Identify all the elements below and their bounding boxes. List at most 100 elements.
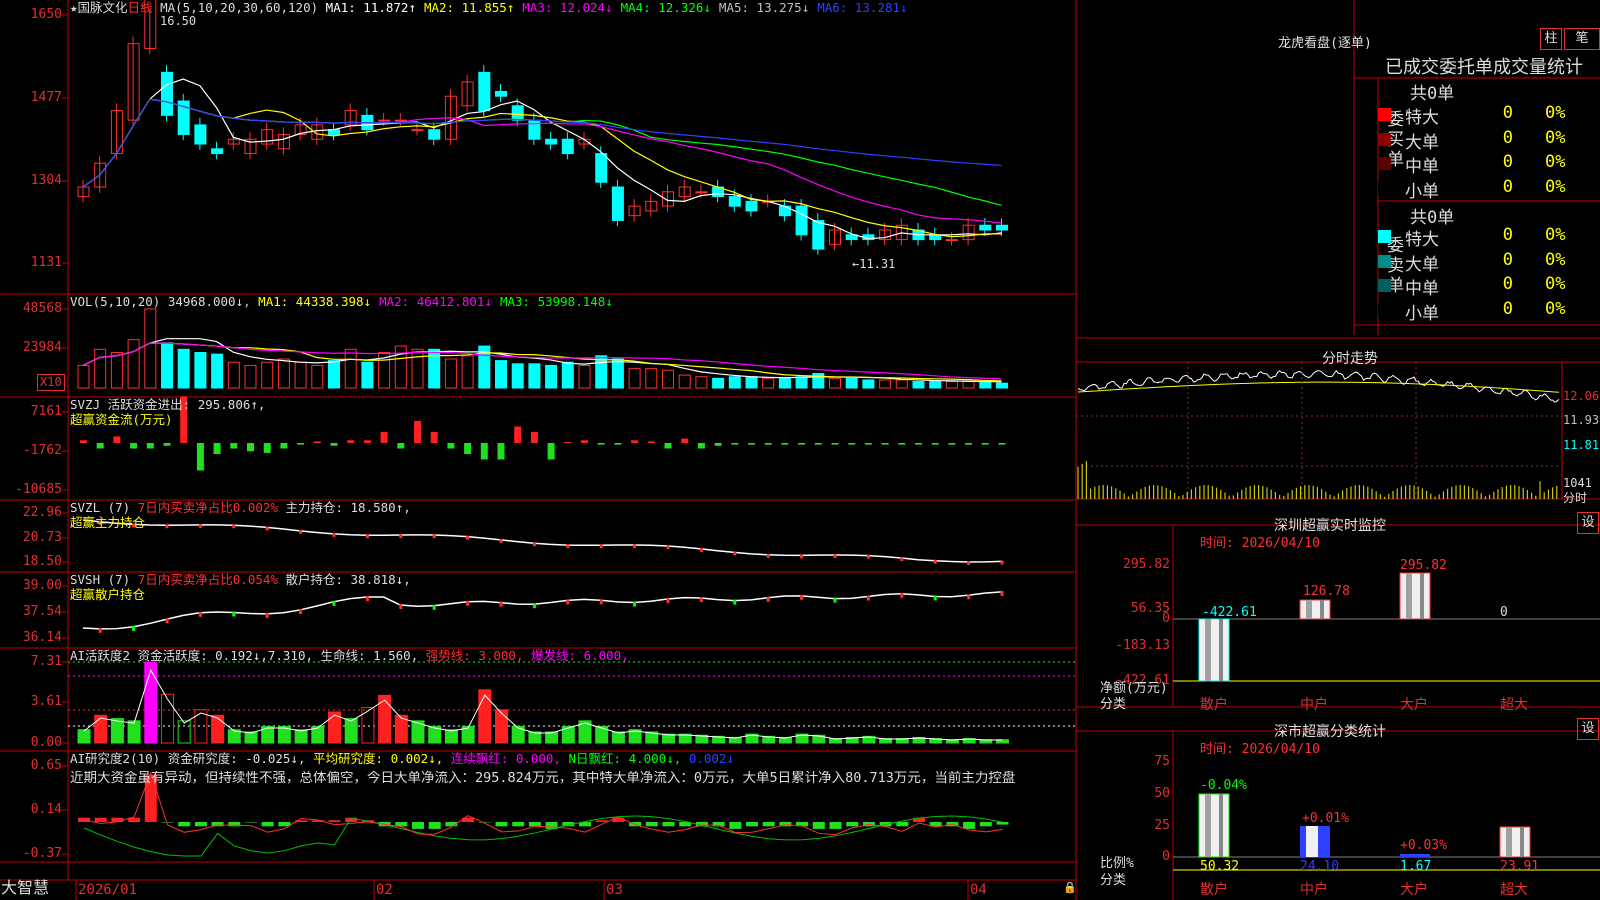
flow-bar	[214, 443, 221, 454]
activity-bar	[612, 732, 624, 743]
axis-tick-label: 1477	[0, 90, 62, 105]
axis-tick-label: 48568	[0, 301, 62, 316]
ma-line-60	[83, 99, 1002, 187]
row-name: 中单	[1405, 152, 1439, 177]
flow-bar	[247, 443, 254, 451]
flow-bar	[965, 443, 972, 445]
volume-bar	[830, 378, 841, 388]
flow-bar	[681, 439, 688, 443]
axis-tick-label: -10685	[0, 482, 62, 497]
volume-bar	[111, 353, 122, 388]
volume-bar	[128, 340, 139, 388]
volume-bar	[245, 365, 256, 388]
volume-bar	[95, 349, 106, 388]
high-price-mark: 16.50	[160, 14, 196, 29]
candle-body	[746, 201, 757, 211]
vol-ma-item: MA3: 53998.148↓	[500, 294, 613, 309]
flow-bar	[882, 443, 889, 445]
sz1-bar-large	[1400, 573, 1430, 619]
volume-bar	[228, 362, 239, 388]
sz1-category: 大户	[1400, 698, 1428, 713]
flow-bar	[481, 443, 488, 460]
volume-bar	[896, 380, 907, 388]
bar-mode-button[interactable]: 柱	[1540, 28, 1562, 50]
intraday-price-line	[1078, 371, 1559, 402]
flow-bar	[464, 443, 471, 454]
research-bar	[763, 822, 775, 826]
buy-total: 共0单	[1410, 79, 1454, 104]
sz-class-settings-button[interactable]: 设	[1577, 718, 1599, 740]
volume-bar	[629, 369, 640, 388]
candle-body	[813, 220, 824, 249]
volume-bar	[880, 380, 891, 388]
stock-name: 国脉文化	[78, 0, 128, 15]
svsh-tick	[99, 628, 102, 633]
row-count: 0	[1483, 177, 1513, 197]
svsh-tick	[500, 602, 503, 607]
sz1-bar-retail	[1199, 619, 1229, 681]
axis-tick-label: 3.61	[0, 694, 62, 709]
axis-tick-label: -1762	[0, 443, 62, 458]
row-name: 大单	[1405, 250, 1439, 275]
vol-legend: VOL(5,10,20) 34968.000↓, MA1: 44338.398↓…	[70, 294, 1075, 309]
research-bar	[846, 822, 858, 826]
axis-tick-label: 20.73	[0, 530, 62, 545]
axis-tick-label: 7161	[0, 404, 62, 419]
svzl-tick	[533, 542, 536, 546]
xaxis-label: 03	[606, 883, 623, 898]
svsh-tick	[199, 612, 202, 617]
period-label[interactable]: 日线	[128, 0, 153, 15]
flow-bar	[230, 443, 237, 449]
vol-unit: X10	[37, 374, 65, 391]
volume-bar	[930, 382, 941, 388]
tick-mode-button[interactable]: 笔	[1564, 28, 1600, 50]
ai2-legend: AI研究度2(10) 资金研究度: -0.025↓, 平均研究度: 0.002↓…	[70, 751, 1075, 766]
ai1-activity: 资金活跃度: 0.192↓,7.310,	[138, 648, 313, 663]
flow-bar	[781, 443, 788, 445]
sz-monitor-settings-button[interactable]: 设	[1577, 512, 1599, 534]
ai1-lifeline: 生命线: 1.560,	[321, 648, 419, 663]
dragon-row: 中单 0 0%	[1408, 152, 1600, 176]
research-bar	[178, 822, 190, 826]
svzj-text: 活跃资金进出: 295.806↑,	[108, 397, 266, 412]
flow-bar	[264, 443, 271, 453]
candle-body	[980, 225, 991, 230]
svzl-tick	[500, 539, 503, 543]
research-bar	[663, 822, 675, 826]
research-bar	[746, 822, 758, 826]
xaxis-label: 2026/01	[78, 883, 137, 898]
activity-bar	[111, 719, 123, 743]
flow-bar	[999, 443, 1006, 445]
sz-class-ylabel: 比例%	[1100, 856, 1134, 871]
sz1-bar-retail-shade	[1205, 619, 1211, 681]
ai1-legend: AI活跃度2 资金活跃度: 0.192↓,7.310, 生命线: 1.560, …	[70, 648, 1075, 663]
svzl-label: SVZL (7)	[70, 500, 130, 515]
xaxis-label: 04	[970, 883, 987, 898]
research-bar	[963, 822, 975, 829]
activity-bar	[178, 721, 190, 743]
sz2-bar-super-shade	[1520, 827, 1524, 857]
color-swatch	[1378, 182, 1391, 195]
svzl-tick	[900, 557, 903, 561]
volume-bar	[512, 364, 523, 388]
svzl-tick	[399, 534, 402, 538]
candle-body	[729, 197, 740, 207]
activity-bar	[78, 730, 90, 743]
svzj-sub: 超赢资金流(万元)	[70, 412, 1075, 427]
row-count: 0	[1483, 103, 1513, 123]
dragon-row: 特大 0 0%	[1408, 225, 1600, 249]
svzl-tick	[433, 534, 436, 538]
axis-tick-label: 0.14	[0, 802, 62, 817]
sz1-bar-value: 295.82	[1400, 558, 1447, 573]
research-bar	[412, 822, 424, 829]
brand-logo[interactable]: 大智慧	[1, 880, 49, 895]
flow-bar	[982, 443, 989, 445]
dragon-header: 已成交委托单成交量统计	[1385, 53, 1600, 79]
candle-body	[379, 120, 390, 121]
price-legend: ★国脉文化日线 MA(5,10,20,30,60,120) MA1: 11.87…	[70, 0, 1075, 15]
favorite-star-icon[interactable]: ★	[70, 0, 78, 15]
lock-icon[interactable]: 🔒	[1063, 880, 1077, 895]
flow-bar	[364, 440, 371, 443]
vol-ma-item: MA1: 44338.398↓	[258, 294, 371, 309]
svsh-text: 散户持仓: 38.818↓,	[285, 572, 410, 587]
